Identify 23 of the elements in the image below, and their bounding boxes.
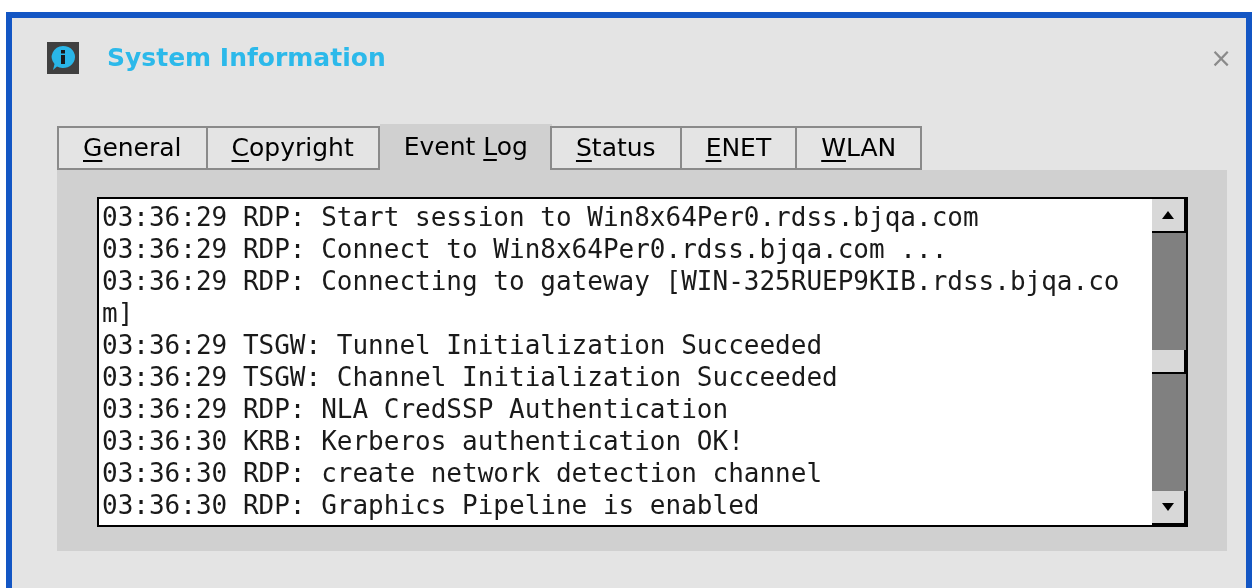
- log-line: 03:36:30 RDP: create network detection channel: [102, 457, 824, 489]
- tab[interactable]: ENET: [679, 126, 798, 170]
- scrollbar[interactable]: [1152, 199, 1186, 525]
- log-line: 03:36:29 TSGW: Channel Initialization Succeeded: [102, 361, 839, 393]
- log-line: 03:36:29 RDP: Connect to Win8x64Per0.rdss.bjqa.com ...: [102, 233, 949, 265]
- scroll-thumb[interactable]: [1152, 350, 1186, 374]
- tab[interactable]: Event Log: [379, 124, 552, 170]
- scroll-down-button[interactable]: [1152, 491, 1186, 525]
- tab[interactable]: Copyright: [205, 126, 380, 170]
- info-icon: [47, 42, 79, 74]
- log-line: 03:36:29 RDP: NLA CredSSP Authentication: [102, 393, 730, 425]
- tab[interactable]: WLAN: [795, 126, 923, 170]
- log-line: 03:36:30 KRB: Kerberos authentication OK!: [102, 425, 745, 457]
- up-arrow-icon: [1162, 211, 1174, 219]
- log-line: 03:36:29 RDP: Connecting to gateway [WIN-325RUEP9KIB.rdss.bjqa.com]: [102, 265, 1121, 329]
- tab[interactable]: Status: [549, 126, 682, 170]
- tab[interactable]: General: [57, 126, 208, 170]
- window-title: System Information: [107, 42, 386, 75]
- log-line: 03:36:30 RDP: Graphics Pipeline is enabled: [102, 489, 761, 521]
- log-line: 03:36:29 RDP: Start session to Win8x64Per0.rdss.bjqa.com: [102, 201, 980, 233]
- log-line: 03:36:29 TSGW: Tunnel Initialization Succeeded: [102, 329, 824, 361]
- down-arrow-icon: [1162, 503, 1174, 511]
- scroll-up-button[interactable]: [1152, 199, 1186, 233]
